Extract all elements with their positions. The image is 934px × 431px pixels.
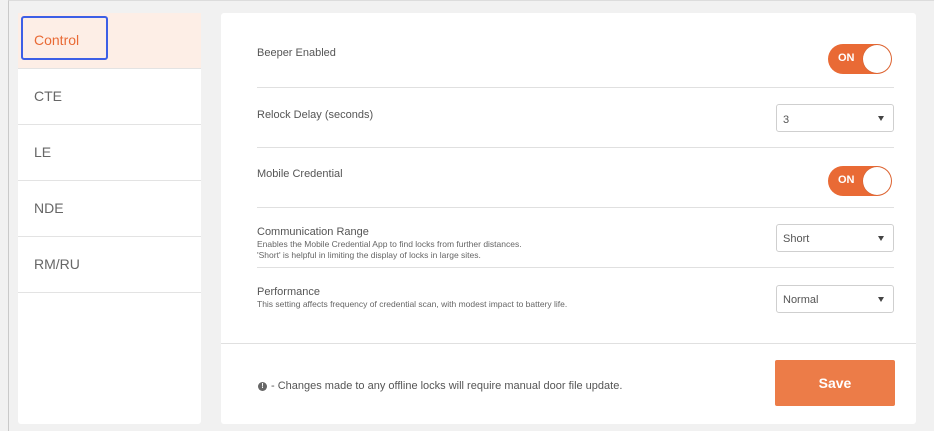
sidebar-item-le[interactable]: LE [18,125,201,181]
setting-label: Communication Range [257,226,369,238]
toggle-state-text: ON [838,174,855,186]
setting-description: Enables the Mobile Credential App to fin… [257,239,522,249]
setting-row-relock: Relock Delay (seconds) 3 [257,88,894,148]
setting-row-performance: Performance This setting affects frequen… [257,268,894,328]
sidebar-item-label: Control [34,32,80,48]
chevron-down-icon [878,116,884,121]
info-icon: ! [258,382,267,391]
relock-delay-select[interactable]: 3 [776,104,894,132]
toggle-state-text: ON [838,52,855,64]
sidebar-item-nde[interactable]: NDE [18,181,201,237]
footer-note: - Changes made to any offline locks will… [271,380,623,392]
select-value: Normal [783,294,819,306]
toggle-knob [863,167,891,195]
setting-label: Performance [257,286,320,298]
mobile-credential-toggle[interactable]: ON [828,166,892,196]
save-button[interactable]: Save [775,360,895,406]
setting-description: 'Short' is helpful in limiting the displ… [257,250,481,260]
chevron-down-icon [878,236,884,241]
setting-row-mobile-credential: Mobile Credential ON [257,148,894,208]
sidebar-item-label: LE [34,144,52,160]
select-value: Short [783,233,810,245]
setting-label: Relock Delay (seconds) [257,109,374,121]
setting-label: Beeper Enabled [257,47,336,59]
setting-row-communication-range: Communication Range Enables the Mobile C… [257,208,894,268]
select-value: 3 [783,114,790,126]
sidebar: Control CTE LE NDE RM/RU [18,13,201,424]
panel-footer: ! - Changes made to any offline locks wi… [221,343,916,424]
settings-panel: Beeper Enabled ON Relock Delay (seconds)… [221,13,916,424]
sidebar-item-label: CTE [34,88,62,104]
setting-description: This setting affects frequency of creden… [257,299,568,309]
beeper-toggle[interactable]: ON [828,44,892,74]
sidebar-item-rmru[interactable]: RM/RU [18,237,201,293]
sidebar-item-label: NDE [34,200,64,216]
chevron-down-icon [878,297,884,302]
setting-row-beeper: Beeper Enabled ON [257,27,894,88]
sidebar-item-label: RM/RU [34,256,80,272]
performance-select[interactable]: Normal [776,285,894,313]
toggle-knob [863,45,891,73]
setting-label: Mobile Credential [257,168,343,180]
sidebar-item-control[interactable]: Control [18,13,201,69]
communication-range-select[interactable]: Short [776,224,894,252]
sidebar-item-cte[interactable]: CTE [18,69,201,125]
